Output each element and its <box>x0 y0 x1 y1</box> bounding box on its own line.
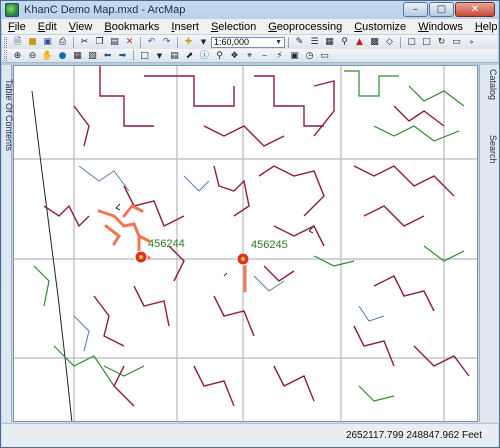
open-folder-icon[interactable]: ■ <box>26 36 39 48</box>
search-tab[interactable]: Search <box>482 135 498 195</box>
find-icon[interactable]: ⚲ <box>213 50 226 62</box>
maximize-button[interactable]: □ <box>429 2 454 17</box>
new-document-icon[interactable]: 🗎 <box>11 36 24 48</box>
tools-toolbar: ⊕ ⊖ ✋ ● ▦ ▧ ⬅ ➡ □ ▼ ▤ ⬈ ⓘ ⚲ ❖ ⌖ ⎯ ⚡ ▣ ◷ … <box>2 49 498 63</box>
menu-view[interactable]: View <box>63 21 99 33</box>
table-of-contents-icon[interactable]: ☰ <box>308 36 321 48</box>
measure-icon[interactable]: ⎯ <box>258 50 271 62</box>
menu-bookmarks[interactable]: Bookmarks <box>98 21 165 33</box>
arctoolbox-icon[interactable]: ▲ <box>353 36 366 48</box>
undo-icon[interactable]: ↶ <box>145 36 158 48</box>
arcmap-app-icon <box>5 3 19 17</box>
minimize-button[interactable]: – <box>403 2 428 17</box>
create-viewer-icon[interactable]: ▭ <box>318 50 331 62</box>
menu-help[interactable]: Help <box>469 21 500 33</box>
boundary-line <box>31 90 73 421</box>
map-canvas[interactable]: 456244 456245 <box>14 66 478 422</box>
model-builder-icon[interactable]: ◇ <box>383 36 396 48</box>
print-icon[interactable]: ⎙ <box>56 36 69 48</box>
window-title: KhanC Demo Map.mxd - ArcMap <box>24 4 186 16</box>
menu-insert[interactable]: Insert <box>165 21 205 33</box>
feature-label-456244: 456244 <box>148 238 185 250</box>
arcmap-window: KhanC Demo Map.mxd - ArcMap – □ ✕ File E… <box>0 0 500 448</box>
editor-toolbar-icon[interactable]: ✎ <box>293 36 306 48</box>
standard-toolbar: 🗎 ■ ▣ ⎙ ✂ ❐ ▤ ✕ ↶ ↷ ✚ ▼ 1:60,000 ▼ ✎ ☰ ▦… <box>2 35 498 49</box>
html-popup-icon[interactable]: ▣ <box>288 50 301 62</box>
map-view[interactable]: 456244 456245 <box>13 65 478 422</box>
go-to-xy-icon[interactable]: ⌖ <box>243 50 256 62</box>
chevron-down-icon[interactable]: ▼ <box>275 38 284 47</box>
add-data-icon[interactable]: ✚ <box>182 36 195 48</box>
fixed-zoom-in-icon[interactable]: ▦ <box>71 50 84 62</box>
delete-icon[interactable]: ✕ <box>123 36 136 48</box>
menu-edit[interactable]: Edit <box>32 21 63 33</box>
feature-label-456245: 456245 <box>251 239 288 251</box>
pan-icon[interactable]: ✋ <box>41 50 54 62</box>
right-dock-panel: Catalog Search <box>479 65 499 422</box>
select-features-icon[interactable]: □ <box>138 50 151 62</box>
menu-bar: File Edit View Bookmarks Insert Selectio… <box>2 19 498 35</box>
toolbar-grip[interactable] <box>4 36 7 48</box>
menu-geoprocessing[interactable]: Geoprocessing <box>262 21 348 33</box>
zoom-in-icon[interactable]: ⊕ <box>11 50 24 62</box>
toggle-icon[interactable]: ▭ <box>450 36 463 48</box>
data-view-icon[interactable]: □ <box>420 36 433 48</box>
menu-selection[interactable]: Selection <box>205 21 262 33</box>
map-scale-value: 1:60,000 <box>214 36 250 47</box>
map-coordinates: 2652117.799 248847.962 Feet <box>345 430 482 441</box>
close-button[interactable]: ✕ <box>455 2 495 17</box>
copy-icon[interactable]: ❐ <box>93 36 106 48</box>
paste-icon[interactable]: ▤ <box>108 36 121 48</box>
python-window-icon[interactable]: ▩ <box>368 36 381 48</box>
identify-icon[interactable]: ⓘ <box>198 50 211 62</box>
cut-icon[interactable]: ✂ <box>78 36 91 48</box>
overflow-icon[interactable]: » <box>465 36 478 48</box>
table-of-contents-tab[interactable]: Table Of Contents <box>2 65 14 422</box>
map-scale-combobox[interactable]: 1:60,000 ▼ <box>211 36 285 48</box>
save-icon[interactable]: ▣ <box>41 36 54 48</box>
valve-marker-456244[interactable] <box>134 250 148 264</box>
catalog-window-icon[interactable]: ▦ <box>323 36 336 48</box>
search-window-icon[interactable]: ⚲ <box>338 36 351 48</box>
menu-customize[interactable]: Customize <box>348 21 412 33</box>
select-features-dropdown-icon[interactable]: ▼ <box>153 50 166 62</box>
time-slider-icon[interactable]: ◷ <box>303 50 316 62</box>
catalog-tab[interactable]: Catalog <box>482 69 498 129</box>
search-tab-label: Search <box>488 135 498 164</box>
menu-windows[interactable]: Windows <box>412 21 469 33</box>
water-lines-layer <box>43 66 470 407</box>
select-elements-icon[interactable]: ⬈ <box>183 50 196 62</box>
valve-marker-456245[interactable] <box>236 252 250 266</box>
menu-file[interactable]: File <box>2 21 32 33</box>
forward-extent-icon[interactable]: ➡ <box>116 50 129 62</box>
full-extent-icon[interactable]: ● <box>56 50 69 62</box>
refresh-icon[interactable]: ↻ <box>435 36 448 48</box>
add-data-dropdown-icon[interactable]: ▼ <box>197 36 210 48</box>
status-bar: 2652117.799 248847.962 Feet <box>2 423 498 447</box>
catalog-tab-label: Catalog <box>488 69 498 101</box>
zoom-out-icon[interactable]: ⊖ <box>26 50 39 62</box>
clear-selection-icon[interactable]: ▤ <box>168 50 181 62</box>
layout-view-icon[interactable]: ▢ <box>405 36 418 48</box>
toolbar-grip[interactable] <box>4 50 7 61</box>
hyperlink-icon[interactable]: ⚡ <box>273 50 286 62</box>
sewer-lines-layer <box>33 70 465 402</box>
redo-icon[interactable]: ↷ <box>160 36 173 48</box>
fixed-zoom-out-icon[interactable]: ▧ <box>86 50 99 62</box>
title-bar[interactable]: KhanC Demo Map.mxd - ArcMap – □ ✕ <box>1 1 499 19</box>
find-route-icon[interactable]: ❖ <box>228 50 241 62</box>
back-extent-icon[interactable]: ⬅ <box>101 50 114 62</box>
